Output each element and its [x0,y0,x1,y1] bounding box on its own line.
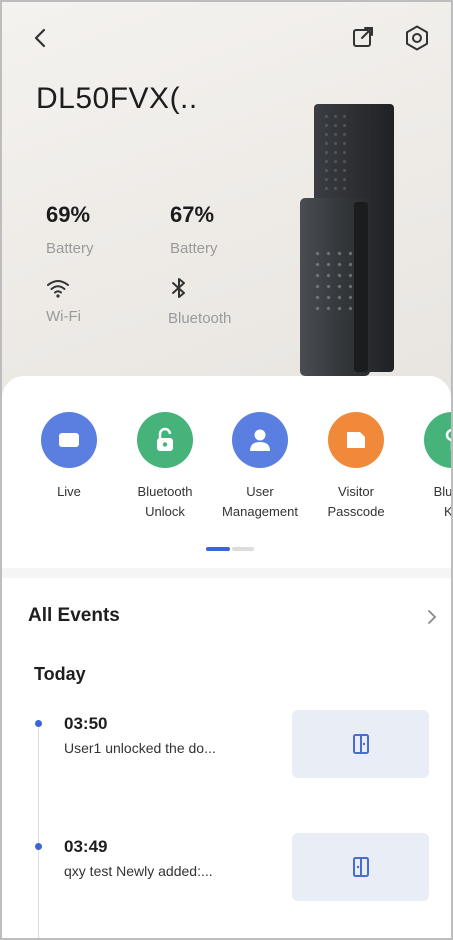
timeline-dot [35,720,42,727]
all-events-title[interactable]: All Events [28,605,120,627]
action-user-management[interactable]: User Management [210,412,310,522]
all-events-button[interactable] [426,608,440,626]
chevron-right-icon [428,610,437,624]
lock-illustration-handle [354,202,368,372]
actions-pager [206,547,254,551]
battery-label: Battery [170,240,218,257]
action-bluetooth-unlock-label: Bluetooth Unlock [137,484,193,519]
battery-stat-2: 67% Battery [170,202,218,257]
device-name: DL50FVX(.. [36,82,198,115]
unlock-icon [157,427,173,451]
action-visitor-passcode[interactable]: Visitor Passcode [306,412,406,522]
action-live[interactable]: Live [19,412,119,502]
battery-label: Battery [46,240,94,257]
action-user-management-label: User Management [222,484,298,519]
passcode-icon [347,432,365,448]
day-label: Today [34,664,86,684]
action-bluetooth-key-circle [424,412,451,468]
bluetooth-status: Bluetooth [168,276,231,327]
action-bluetooth-unlock[interactable]: Bluetooth Unlock [115,412,215,522]
video-camera-icon [59,433,79,447]
event-item[interactable]: 03:50 User1 unlocked the do... [2,710,451,794]
door-icon [352,857,369,877]
settings-icon [406,25,428,51]
user-icon [250,429,270,451]
event-time: 03:50 [64,714,108,733]
key-icon [445,428,451,450]
battery-value: 67% [170,202,215,227]
event-item[interactable]: 03:49 qxy test Newly added:... [2,833,451,917]
wifi-status: Wi-Fi [46,278,81,325]
battery-value: 69% [46,202,91,227]
pager-inactive-dot [232,547,254,551]
action-visitor-passcode-circle [328,412,384,468]
section-divider [2,568,451,578]
quick-actions: Live Bluetooth Unlock User Management Vi… [2,412,451,532]
share-button[interactable] [348,22,378,52]
event-thumbnail[interactable] [292,710,429,778]
action-live-label: Live [57,484,81,499]
back-button[interactable] [26,24,54,52]
event-thumbnail[interactable] [292,833,429,901]
action-bluetooth-unlock-circle [137,412,193,468]
event-description: qxy test Newly added:... [64,863,213,879]
external-link-icon [353,27,373,47]
bluetooth-label: Bluetooth [168,310,232,327]
action-user-management-circle [232,412,288,468]
door-icon [352,734,369,754]
wifi-label: Wi-Fi [46,308,81,325]
timeline-dot [35,843,42,850]
chevron-left-icon [34,28,46,48]
action-visitor-passcode-label: Visitor Passcode [327,484,385,519]
pager-active-dot [206,547,230,551]
wifi-icon [47,280,69,298]
battery-stat-1: 69% Battery [46,202,94,257]
action-live-circle [41,412,97,468]
action-bluetooth-key[interactable]: Blueto Ke [402,412,453,522]
device-hero: DL50FVX(.. 69% Battery 67% Battery Wi-Fi… [2,2,451,402]
event-time: 03:49 [64,837,108,856]
bluetooth-icon [172,278,185,298]
app-frame: DL50FVX(.. 69% Battery 67% Battery Wi-Fi… [0,0,453,940]
event-description: User1 unlocked the do... [64,740,216,756]
action-bluetooth-key-label: Blueto Ke [433,484,453,519]
settings-button[interactable] [401,22,433,54]
